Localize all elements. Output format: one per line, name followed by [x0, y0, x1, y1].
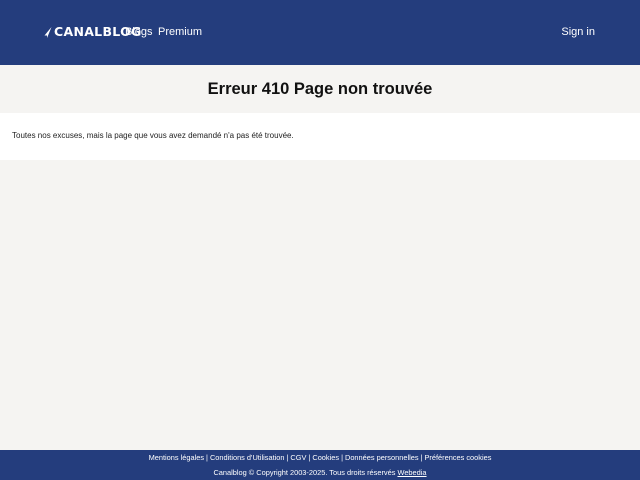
footer-separator: | — [206, 453, 208, 462]
error-message: Toutes nos excuses, mais la page que vou… — [12, 131, 294, 140]
canalblog-logo-icon — [44, 26, 52, 38]
footer-copyright: Canalblog © Copyright 2003-2025. Tous dr… — [0, 468, 640, 478]
footer-links: Mentions légales | Conditions d'Utilisatio… — [0, 453, 640, 463]
footer-link-mentions-legales[interactable]: Mentions légales — [149, 453, 204, 462]
title-section: Erreur 410 Page non trouvée — [0, 65, 640, 113]
site-header: CANALBLOG Blogs Premium Sign in — [0, 0, 640, 65]
message-section: Toutes nos excuses, mais la page que vou… — [0, 113, 640, 160]
copyright-text: Canalblog © Copyright 2003-2025. Tous dr… — [213, 468, 396, 477]
footer-separator: | — [341, 453, 343, 462]
nav-blogs-link[interactable]: Blogs — [125, 26, 153, 39]
footer-link-conditions[interactable]: Conditions d'Utilisation — [210, 453, 285, 462]
footer-separator: | — [286, 453, 289, 462]
webedia-link[interactable]: Webedia — [397, 468, 426, 477]
footer-link-cgv[interactable]: CGV — [290, 453, 306, 462]
footer-separator: | — [420, 453, 423, 462]
footer-link-preferences-cookies[interactable]: Préférences cookies — [424, 453, 491, 462]
sign-in-link[interactable]: Sign in — [561, 26, 595, 39]
footer-link-cookies[interactable]: Cookies — [312, 453, 339, 462]
footer-separator: | — [308, 453, 311, 462]
footer-link-donnees-personnelles[interactable]: Données personnelles — [345, 453, 419, 462]
page-title: Erreur 410 Page non trouvée — [207, 80, 433, 99]
nav-premium-link[interactable]: Premium — [158, 26, 202, 39]
site-footer: Mentions légales | Conditions d'Utilisatio… — [0, 450, 640, 480]
